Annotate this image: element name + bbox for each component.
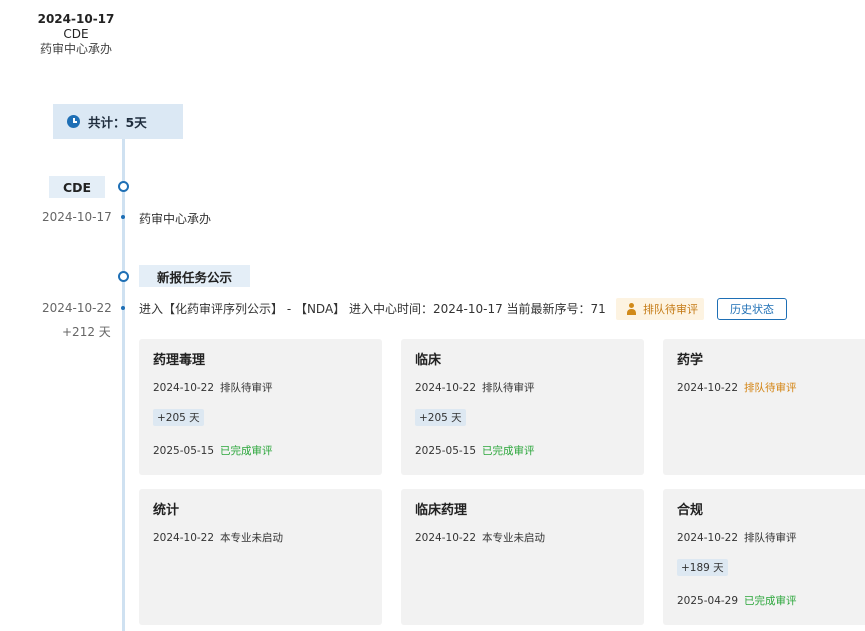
- stage-publicity-title: 新报任务公示: [156, 269, 232, 285]
- card-start-row: 2024-10-22 本专业未启动: [153, 530, 283, 545]
- card-title: 统计: [153, 503, 180, 518]
- queue-status-badge: 排队待审评: [616, 298, 704, 320]
- review-card-pharmacy: 药学 2024-10-22 排队待审评: [663, 339, 865, 475]
- stage-publicity-text: 进入【化药审评序列公示】 - 【NDA】 进入中心时间：2024-10-17 当…: [139, 302, 606, 316]
- review-card-clinical-pharmacology: 临床药理 2024-10-22 本专业未启动: [401, 489, 644, 625]
- card-end-date: 2025-05-15: [153, 445, 215, 457]
- timeline-rail: [122, 138, 125, 631]
- card-days-tag: +205 天: [415, 409, 466, 426]
- card-start-status: 排队待审评: [482, 382, 535, 394]
- stage-cde-date: 2024-10-17: [42, 210, 112, 224]
- card-end-row: 2025-05-15 已完成审评: [153, 443, 273, 458]
- stage-cde-dot: [121, 215, 125, 219]
- header-block: 2024-10-17 CDE 药审中心承办: [0, 12, 152, 57]
- card-start-row: 2024-10-22 排队待审评: [415, 380, 535, 395]
- card-end-date: 2025-04-29: [677, 595, 739, 607]
- card-start-row: 2024-10-22 本专业未启动: [415, 530, 545, 545]
- clock-icon: [67, 115, 80, 128]
- card-end-status: 已完成审评: [744, 595, 797, 607]
- card-title: 药理毒理: [153, 353, 206, 368]
- card-start-row: 2024-10-22 排队待审评: [677, 530, 797, 545]
- card-start-date: 2024-10-22: [415, 382, 477, 394]
- card-end-row: 2025-04-29 已完成审评: [677, 593, 797, 608]
- card-start-date: 2024-10-22: [153, 382, 215, 394]
- review-card-statistics: 统计 2024-10-22 本专业未启动: [139, 489, 382, 625]
- card-days-tag: +189 天: [677, 559, 728, 576]
- card-start-status: 排队待审评: [744, 532, 797, 544]
- card-title: 临床药理: [415, 503, 468, 518]
- header-org: CDE: [63, 27, 89, 41]
- stage-publicity-chip: 新报任务公示: [139, 265, 250, 287]
- card-start-status: 本专业未启动: [482, 532, 546, 544]
- card-start-date: 2024-10-22: [153, 532, 215, 544]
- card-title: 合规: [677, 503, 704, 518]
- review-card-pharmacology-toxicology: 药理毒理 2024-10-22 排队待审评 +205 天 2025-05-15 已完…: [139, 339, 382, 475]
- card-start-row: 2024-10-22 排队待审评: [677, 380, 797, 395]
- card-start-status: 排队待审评: [220, 382, 273, 394]
- card-start-status: 排队待审评: [744, 382, 797, 394]
- queue-status-label: 排队待审评: [643, 303, 698, 316]
- review-card-compliance: 合规 2024-10-22 排队待审评 +189 天 2025-04-29 已完成审…: [663, 489, 865, 625]
- history-status-button[interactable]: 历史状态: [717, 298, 787, 320]
- card-end-row: 2025-05-15 已完成审评: [415, 443, 535, 458]
- stage-cde-title: CDE: [62, 179, 92, 195]
- card-start-status: 本专业未启动: [220, 532, 284, 544]
- card-days-tag: +205 天: [153, 409, 204, 426]
- stage-publicity-node: [118, 271, 129, 282]
- card-title: 药学: [677, 353, 704, 368]
- card-end-status: 已完成审评: [220, 445, 273, 457]
- stage-cde-chip: CDE: [49, 176, 105, 198]
- person-icon: [626, 303, 637, 315]
- stage-publicity-delta: +212 天: [62, 325, 111, 339]
- card-start-date: 2024-10-22: [677, 532, 739, 544]
- stage-publicity-date: 2024-10-22: [42, 301, 112, 315]
- stage-publicity-dot: [121, 306, 125, 310]
- card-end-status: 已完成审评: [482, 445, 535, 457]
- card-title: 临床: [415, 353, 442, 368]
- review-card-clinical: 临床 2024-10-22 排队待审评 +205 天 2025-05-15 已完成审…: [401, 339, 644, 475]
- total-duration-box: 共计：5天: [53, 104, 183, 139]
- total-duration-label: 共计：5天: [88, 115, 147, 130]
- header-org-desc: 药审中心承办: [39, 42, 112, 56]
- header-date: 2024-10-17: [37, 12, 115, 26]
- stage-cde-text: 药审中心承办: [139, 212, 212, 226]
- card-start-row: 2024-10-22 排队待审评: [153, 380, 273, 395]
- card-end-date: 2025-05-15: [415, 445, 477, 457]
- card-start-date: 2024-10-22: [415, 532, 477, 544]
- stage-cde-node: [118, 181, 129, 192]
- card-start-date: 2024-10-22: [677, 382, 739, 394]
